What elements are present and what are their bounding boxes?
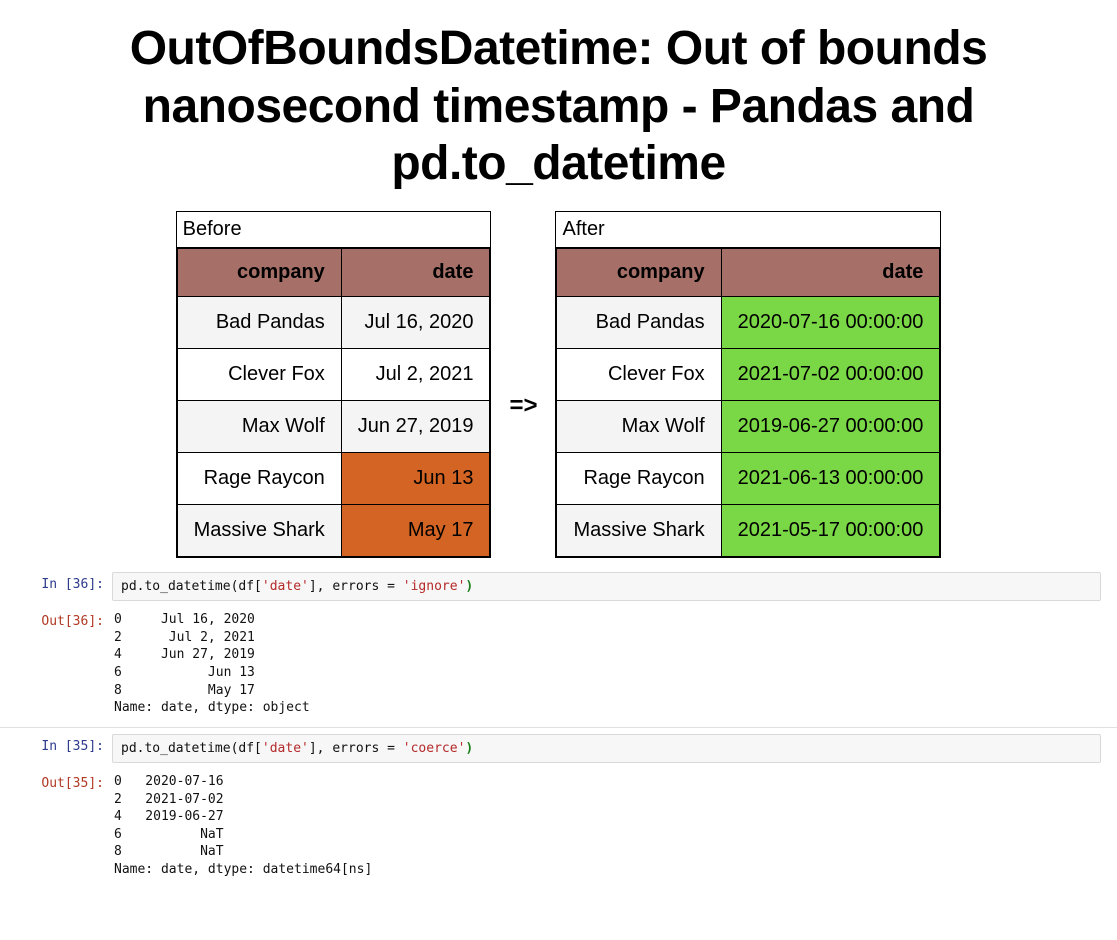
before-table: company date Bad PandasJul 16, 2020Cleve…: [177, 248, 491, 557]
nb-out-prompt: Out[35]:: [8, 771, 112, 791]
after-date-cell: 2021-06-13 00:00:00: [721, 452, 940, 504]
after-table: company date Bad Pandas2020-07-16 00:00:…: [556, 248, 940, 557]
nb-in-prompt: In [36]:: [8, 572, 112, 592]
after-company-cell: Max Wolf: [557, 400, 721, 452]
nb-in-prompt: In [35]:: [8, 734, 112, 754]
tables-row: Before company date Bad PandasJul 16, 20…: [0, 211, 1117, 558]
table-row: Bad PandasJul 16, 2020: [177, 296, 490, 348]
before-company-cell: Clever Fox: [177, 348, 341, 400]
after-company-cell: Clever Fox: [557, 348, 721, 400]
after-company-cell: Rage Raycon: [557, 452, 721, 504]
before-date-cell: Jul 16, 2020: [341, 296, 490, 348]
after-header-company: company: [557, 248, 721, 296]
before-company-cell: Bad Pandas: [177, 296, 341, 348]
before-date-cell: Jun 27, 2019: [341, 400, 490, 452]
nb-out-prompt: Out[36]:: [8, 609, 112, 629]
table-row: Massive Shark2021-05-17 00:00:00: [557, 504, 940, 556]
nb-cell-block: In [35]:pd.to_datetime(df['date'], error…: [0, 730, 1117, 889]
nb-cell-block: In [36]:pd.to_datetime(df['date'], error…: [0, 568, 1117, 728]
table-row: Bad Pandas2020-07-16 00:00:00: [557, 296, 940, 348]
before-company-cell: Max Wolf: [177, 400, 341, 452]
nb-output-row: Out[36]:0 Jul 16, 2020 2 Jul 2, 2021 4 J…: [0, 605, 1117, 722]
table-row: Max Wolf2019-06-27 00:00:00: [557, 400, 940, 452]
nb-code: pd.to_datetime(df['date'], errors = 'ign…: [112, 572, 1101, 602]
after-caption: After: [556, 212, 940, 248]
before-date-cell: Jun 13: [341, 452, 490, 504]
nb-input-row: In [35]:pd.to_datetime(df['date'], error…: [0, 730, 1117, 768]
table-row: Rage Raycon2021-06-13 00:00:00: [557, 452, 940, 504]
nb-output-text: 0 Jul 16, 2020 2 Jul 2, 2021 4 Jun 27, 2…: [112, 609, 1101, 718]
table-row: Massive SharkMay 17: [177, 504, 490, 556]
after-date-cell: 2019-06-27 00:00:00: [721, 400, 940, 452]
nb-input-row: In [36]:pd.to_datetime(df['date'], error…: [0, 568, 1117, 606]
before-table-wrap: Before company date Bad PandasJul 16, 20…: [176, 211, 492, 558]
after-table-wrap: After company date Bad Pandas2020-07-16 …: [555, 211, 941, 558]
before-header-date: date: [341, 248, 490, 296]
before-date-cell: May 17: [341, 504, 490, 556]
nb-code: pd.to_datetime(df['date'], errors = 'coe…: [112, 734, 1101, 764]
after-company-cell: Bad Pandas: [557, 296, 721, 348]
table-row: Max WolfJun 27, 2019: [177, 400, 490, 452]
before-company-cell: Rage Raycon: [177, 452, 341, 504]
page-title: OutOfBoundsDatetime: Out of bounds nanos…: [90, 20, 1027, 193]
before-caption: Before: [177, 212, 491, 248]
table-row: Clever FoxJul 2, 2021: [177, 348, 490, 400]
after-date-cell: 2020-07-16 00:00:00: [721, 296, 940, 348]
before-company-cell: Massive Shark: [177, 504, 341, 556]
nb-output-row: Out[35]:0 2020-07-16 2 2021-07-02 4 2019…: [0, 767, 1117, 884]
after-company-cell: Massive Shark: [557, 504, 721, 556]
nb-output-text: 0 2020-07-16 2 2021-07-02 4 2019-06-27 6…: [112, 771, 1101, 880]
table-row: Clever Fox2021-07-02 00:00:00: [557, 348, 940, 400]
table-row: Rage RayconJun 13: [177, 452, 490, 504]
after-date-cell: 2021-07-02 00:00:00: [721, 348, 940, 400]
after-header-date: date: [721, 248, 940, 296]
before-date-cell: Jul 2, 2021: [341, 348, 490, 400]
before-header-company: company: [177, 248, 341, 296]
arrow-label: =>: [509, 348, 537, 420]
after-date-cell: 2021-05-17 00:00:00: [721, 504, 940, 556]
